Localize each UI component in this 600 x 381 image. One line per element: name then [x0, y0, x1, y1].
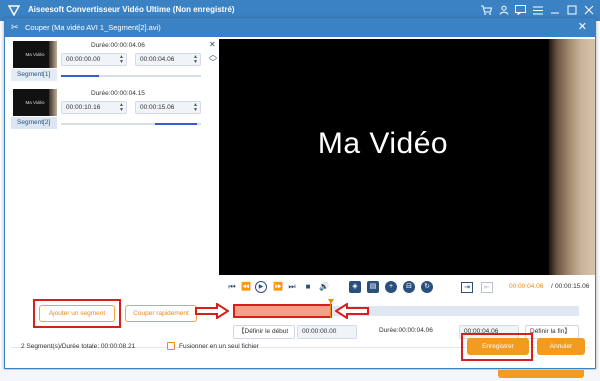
volume-icon[interactable]: 🔊 [319, 282, 329, 292]
spinner-icon[interactable]: ▲ ▼ [193, 103, 198, 113]
maximize-icon[interactable] [566, 4, 577, 16]
quick-split-button[interactable]: Couper rapidement [125, 305, 197, 322]
arrow-left-icon [335, 303, 369, 319]
highlight-box [33, 299, 121, 328]
cart-icon[interactable] [481, 4, 492, 16]
current-time: 00:00:04.06 [509, 283, 544, 290]
player-controls: ⏮ ⏪ ▶ ⏩ ⏭ ■ 🔊 ◈ ▤ + ⊟ ↻ ⇥ ⇤ 00:00:04.06 … [227, 279, 593, 295]
stop-icon[interactable]: ■ [303, 282, 313, 292]
exit-segment-icon[interactable]: ⇤ [481, 282, 493, 293]
segment-thumbnail: Ma Vidéo [13, 41, 57, 68]
footer-summary: 2 Segment(s)/Durée totale: 00:00:08.21 [21, 343, 136, 350]
playhead-marker[interactable] [328, 299, 334, 304]
preview-title: Ma Vidéo [317, 127, 449, 160]
segment-end-field[interactable]: 00:00:04.06 ▲ ▼ [135, 53, 201, 66]
scissors-icon: ✂ [11, 22, 19, 32]
previous-frame-icon[interactable]: ⏪ [241, 282, 251, 292]
thumbnail-text: Ma Vidéo [25, 52, 45, 57]
app-logo-icon [8, 5, 20, 16]
dialog-title: Couper (Ma vidéo AVI 1_Segment[2].avi) [25, 23, 161, 32]
cut-dialog: ✂ Couper (Ma vidéo AVI 1_Segment[2].avi)… [4, 18, 596, 369]
segment-start-field[interactable]: 00:00:00.00 ▲ ▼ [61, 53, 127, 66]
bracket-right-icon: 】 [564, 328, 571, 335]
trim-start-field[interactable]: 00:00:00.00 [297, 325, 357, 339]
segment-duration: Durée:00:00:04.15 [91, 90, 145, 97]
next-frame-icon[interactable]: ⏩ [273, 282, 283, 292]
time-separator: / [551, 283, 553, 290]
segment-item-1[interactable]: Ma Vidéo Segment[1] Durée:00:00:04.06 00… [11, 39, 207, 85]
app-title: Aiseesoft Convertisseur Vidéo Ultime (No… [28, 5, 235, 14]
preview-frame-edge [549, 39, 595, 275]
split-icon[interactable]: ◈ [349, 281, 361, 293]
arrow-right-icon [195, 303, 229, 319]
dialog-close-icon[interactable]: ✕ [578, 21, 587, 33]
segment-panel: Ma Vidéo Segment[1] Durée:00:00:04.06 00… [11, 39, 217, 249]
spinner-icon[interactable]: ▲ ▼ [119, 103, 124, 113]
chevron-down-icon[interactable]: ﹀ [209, 59, 217, 67]
cancel-button[interactable]: Annuler [537, 338, 585, 355]
enter-segment-icon[interactable]: ⇥ [461, 282, 473, 293]
set-end-button[interactable]: Définir la fin】 [525, 325, 579, 339]
copy-segment-icon[interactable]: ▤ [367, 281, 379, 293]
segment-track-fill [61, 75, 99, 77]
spinner-icon[interactable]: ▲ ▼ [193, 55, 198, 65]
save-highlight-box [461, 333, 533, 361]
app-background-button [498, 370, 584, 378]
segment-label: Segment[2] [11, 117, 57, 129]
playhead-line [330, 302, 331, 318]
merge-checkbox[interactable] [167, 342, 175, 350]
segment-duration: Durée:00:00:04.06 [91, 42, 145, 49]
dialog-titlebar: ✂ Couper (Ma vidéo AVI 1_Segment[2].avi)… [5, 19, 595, 37]
segment-label: Segment[1] [11, 69, 57, 81]
segment-track [61, 75, 201, 77]
timeline-selection[interactable] [233, 304, 332, 318]
segment-start-field[interactable]: 00:00:10.16 ▲ ▼ [61, 101, 127, 114]
remove-segment-icon[interactable]: ✕ [209, 41, 216, 49]
close-icon[interactable] [583, 4, 594, 16]
trim-duration: Durée:00:00:04.06 [379, 327, 433, 334]
play-icon[interactable]: ▶ [255, 281, 267, 293]
merge-label: Fusionner en un seul fichier [179, 343, 259, 350]
thumbnail-text: Ma Vidéo [25, 100, 45, 105]
add-icon[interactable]: + [385, 281, 397, 293]
skip-start-icon[interactable]: ⏮ [227, 282, 237, 292]
minimize-icon[interactable] [549, 4, 560, 16]
spinner-icon[interactable]: ▲ ▼ [119, 55, 124, 65]
menu-icon[interactable] [532, 4, 543, 16]
chat-icon[interactable] [515, 4, 526, 16]
segment-item-2[interactable]: Ma Vidéo Segment[2] Durée:00:00:04.15 00… [11, 87, 207, 133]
total-time: 00:00:15.06 [555, 283, 590, 290]
segment-end-field[interactable]: 00:00:15.06 ▲ ▼ [135, 101, 201, 114]
user-icon[interactable] [498, 4, 509, 16]
segment-track-fill [155, 123, 197, 125]
set-start-button[interactable]: 【Définir le début [233, 325, 295, 339]
reset-icon[interactable]: ↻ [421, 281, 433, 293]
segment-track [61, 123, 201, 125]
video-preview: Ma Vidéo [219, 39, 595, 275]
skip-end-icon[interactable]: ⏭ [287, 282, 297, 292]
segment-thumbnail: Ma Vidéo [13, 89, 57, 116]
titlebar-icons [481, 4, 594, 16]
delete-icon[interactable]: ⊟ [403, 281, 415, 293]
